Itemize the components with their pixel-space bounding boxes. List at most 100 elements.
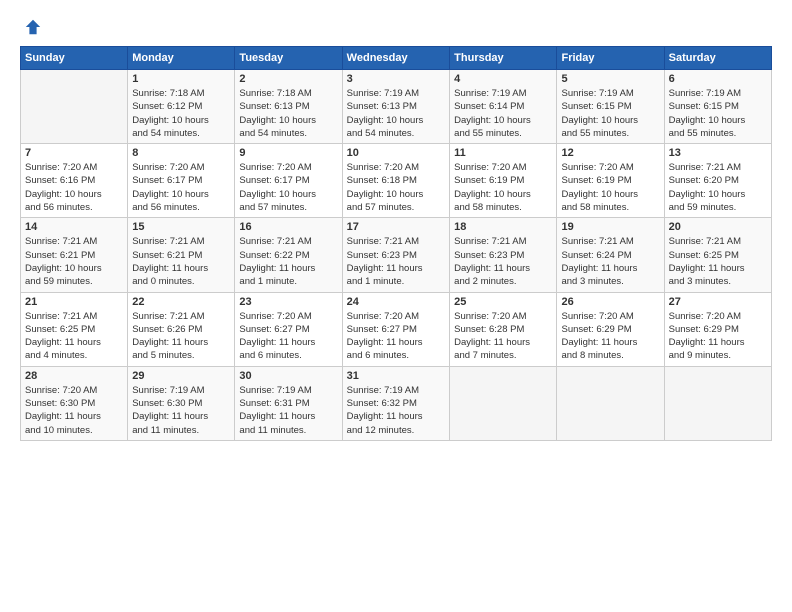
calendar-cell — [450, 366, 557, 440]
calendar-cell: 11 Sunrise: 7:20 AM Sunset: 6:19 PM Dayli… — [450, 144, 557, 218]
day-info: Sunrise: 7:21 AM Sunset: 6:25 PM Dayligh… — [669, 235, 767, 288]
day-number: 26 — [561, 296, 659, 308]
page: SundayMondayTuesdayWednesdayThursdayFrid… — [0, 0, 792, 612]
day-number: 17 — [347, 221, 445, 233]
calendar-cell: 3Sunrise: 7:19 AM Sunset: 6:13 PM Daylig… — [342, 70, 449, 144]
day-number: 13 — [669, 147, 767, 159]
calendar-cell: 19Sunrise: 7:21 AM Sunset: 6:24 PM Dayli… — [557, 218, 664, 292]
day-number: 29 — [132, 370, 230, 382]
day-number: 31 — [347, 370, 445, 382]
weekday-header-monday: Monday — [128, 47, 235, 70]
day-info: Sunrise: 7:20 AM Sunset: 6:29 PM Dayligh… — [561, 310, 659, 363]
calendar-cell: 29 Sunrise: 7:19 AM Sunset: 6:30 PM Dayli… — [128, 366, 235, 440]
day-info: Sunrise: 7:21 AM Sunset: 6:24 PM Dayligh… — [561, 235, 659, 288]
calendar-cell: 13 Sunrise: 7:21 AM Sunset: 6:20 PM Dayli… — [664, 144, 771, 218]
day-info: Sunrise: 7:20 AM Sunset: 6:18 PM Dayligh… — [347, 161, 445, 214]
day-number: 22 — [132, 296, 230, 308]
calendar-cell: 23Sunrise: 7:20 AM Sunset: 6:27 PM Dayli… — [235, 292, 342, 366]
day-number: 27 — [669, 296, 767, 308]
day-info: Sunrise: 7:21 AM Sunset: 6:23 PM Dayligh… — [454, 235, 552, 288]
day-info: Sunrise: 7:20 AM Sunset: 6:30 PM Dayligh… — [25, 384, 123, 437]
day-info: Sunrise: 7:20 AM Sunset: 6:17 PM Dayligh… — [132, 161, 230, 214]
calendar-cell: 16 Sunrise: 7:21 AM Sunset: 6:22 PM Dayli… — [235, 218, 342, 292]
calendar-cell: 31 Sunrise: 7:19 AM Sunset: 6:32 PM Dayli… — [342, 366, 449, 440]
calendar-cell: 1Sunrise: 7:18 AM Sunset: 6:12 PM Daylig… — [128, 70, 235, 144]
calendar-cell: 21Sunrise: 7:21 AM Sunset: 6:25 PM Dayli… — [21, 292, 128, 366]
day-info: Sunrise: 7:19 AM Sunset: 6:14 PM Dayligh… — [454, 87, 552, 140]
calendar-cell: 2 Sunrise: 7:18 AM Sunset: 6:13 PM Daylig… — [235, 70, 342, 144]
day-info: Sunrise: 7:21 AM Sunset: 6:21 PM Dayligh… — [132, 235, 230, 288]
day-number: 6 — [669, 73, 767, 85]
day-number: 3 — [347, 73, 445, 85]
day-number: 24 — [347, 296, 445, 308]
calendar-cell: 28 Sunrise: 7:20 AM Sunset: 6:30 PM Dayli… — [21, 366, 128, 440]
day-info: Sunrise: 7:21 AM Sunset: 6:22 PM Dayligh… — [239, 235, 337, 288]
day-info: Sunrise: 7:21 AM Sunset: 6:20 PM Dayligh… — [669, 161, 767, 214]
day-info: Sunrise: 7:19 AM Sunset: 6:32 PM Dayligh… — [347, 384, 445, 437]
day-info: Sunrise: 7:20 AM Sunset: 6:16 PM Dayligh… — [25, 161, 123, 214]
logo-icon — [24, 18, 42, 36]
calendar-cell — [557, 366, 664, 440]
weekday-header-saturday: Saturday — [664, 47, 771, 70]
day-info: Sunrise: 7:20 AM Sunset: 6:29 PM Dayligh… — [669, 310, 767, 363]
day-info: Sunrise: 7:19 AM Sunset: 6:15 PM Dayligh… — [669, 87, 767, 140]
calendar-cell: 18 Sunrise: 7:21 AM Sunset: 6:23 PM Dayli… — [450, 218, 557, 292]
day-number: 4 — [454, 73, 552, 85]
weekday-header-wednesday: Wednesday — [342, 47, 449, 70]
day-info: Sunrise: 7:20 AM Sunset: 6:19 PM Dayligh… — [454, 161, 552, 214]
calendar-header: SundayMondayTuesdayWednesdayThursdayFrid… — [21, 47, 772, 70]
calendar-week-2: 7 Sunrise: 7:20 AM Sunset: 6:16 PM Daylig… — [21, 144, 772, 218]
weekday-header-sunday: Sunday — [21, 47, 128, 70]
weekday-header-friday: Friday — [557, 47, 664, 70]
weekday-header-thursday: Thursday — [450, 47, 557, 70]
calendar-cell: 27 Sunrise: 7:20 AM Sunset: 6:29 PM Dayli… — [664, 292, 771, 366]
day-number: 10 — [347, 147, 445, 159]
calendar-cell — [664, 366, 771, 440]
calendar-table: SundayMondayTuesdayWednesdayThursdayFrid… — [20, 46, 772, 441]
logo — [20, 18, 42, 36]
day-info: Sunrise: 7:21 AM Sunset: 6:23 PM Dayligh… — [347, 235, 445, 288]
calendar-cell: 10 Sunrise: 7:20 AM Sunset: 6:18 PM Dayli… — [342, 144, 449, 218]
day-info: Sunrise: 7:21 AM Sunset: 6:26 PM Dayligh… — [132, 310, 230, 363]
day-info: Sunrise: 7:20 AM Sunset: 6:27 PM Dayligh… — [347, 310, 445, 363]
day-info: Sunrise: 7:19 AM Sunset: 6:31 PM Dayligh… — [239, 384, 337, 437]
calendar-week-5: 28 Sunrise: 7:20 AM Sunset: 6:30 PM Dayli… — [21, 366, 772, 440]
calendar-week-3: 14Sunrise: 7:21 AM Sunset: 6:21 PM Dayli… — [21, 218, 772, 292]
day-number: 15 — [132, 221, 230, 233]
calendar-cell: 5Sunrise: 7:19 AM Sunset: 6:15 PM Daylig… — [557, 70, 664, 144]
day-info: Sunrise: 7:18 AM Sunset: 6:13 PM Dayligh… — [239, 87, 337, 140]
calendar-week-1: 1Sunrise: 7:18 AM Sunset: 6:12 PM Daylig… — [21, 70, 772, 144]
day-info: Sunrise: 7:19 AM Sunset: 6:30 PM Dayligh… — [132, 384, 230, 437]
day-info: Sunrise: 7:20 AM Sunset: 6:19 PM Dayligh… — [561, 161, 659, 214]
calendar-cell: 7 Sunrise: 7:20 AM Sunset: 6:16 PM Daylig… — [21, 144, 128, 218]
day-number: 8 — [132, 147, 230, 159]
calendar-body: 1Sunrise: 7:18 AM Sunset: 6:12 PM Daylig… — [21, 70, 772, 441]
calendar-cell: 8 Sunrise: 7:20 AM Sunset: 6:17 PM Daylig… — [128, 144, 235, 218]
day-number: 28 — [25, 370, 123, 382]
day-number: 2 — [239, 73, 337, 85]
calendar-cell: 6 Sunrise: 7:19 AM Sunset: 6:15 PM Daylig… — [664, 70, 771, 144]
weekday-header-tuesday: Tuesday — [235, 47, 342, 70]
calendar-cell: 22 Sunrise: 7:21 AM Sunset: 6:26 PM Dayli… — [128, 292, 235, 366]
day-number: 9 — [239, 147, 337, 159]
header — [20, 18, 772, 36]
day-number: 18 — [454, 221, 552, 233]
day-info: Sunrise: 7:20 AM Sunset: 6:17 PM Dayligh… — [239, 161, 337, 214]
day-number: 5 — [561, 73, 659, 85]
day-number: 16 — [239, 221, 337, 233]
calendar-cell: 14Sunrise: 7:21 AM Sunset: 6:21 PM Dayli… — [21, 218, 128, 292]
day-number: 7 — [25, 147, 123, 159]
day-info: Sunrise: 7:18 AM Sunset: 6:12 PM Dayligh… — [132, 87, 230, 140]
weekday-row: SundayMondayTuesdayWednesdayThursdayFrid… — [21, 47, 772, 70]
day-number: 25 — [454, 296, 552, 308]
calendar-cell: 12 Sunrise: 7:20 AM Sunset: 6:19 PM Dayli… — [557, 144, 664, 218]
calendar-cell: 25 Sunrise: 7:20 AM Sunset: 6:28 PM Dayli… — [450, 292, 557, 366]
calendar-cell — [21, 70, 128, 144]
calendar-cell: 9 Sunrise: 7:20 AM Sunset: 6:17 PM Daylig… — [235, 144, 342, 218]
day-number: 12 — [561, 147, 659, 159]
day-info: Sunrise: 7:20 AM Sunset: 6:27 PM Dayligh… — [239, 310, 337, 363]
day-number: 11 — [454, 147, 552, 159]
day-number: 20 — [669, 221, 767, 233]
day-info: Sunrise: 7:21 AM Sunset: 6:21 PM Dayligh… — [25, 235, 123, 288]
day-info: Sunrise: 7:20 AM Sunset: 6:28 PM Dayligh… — [454, 310, 552, 363]
